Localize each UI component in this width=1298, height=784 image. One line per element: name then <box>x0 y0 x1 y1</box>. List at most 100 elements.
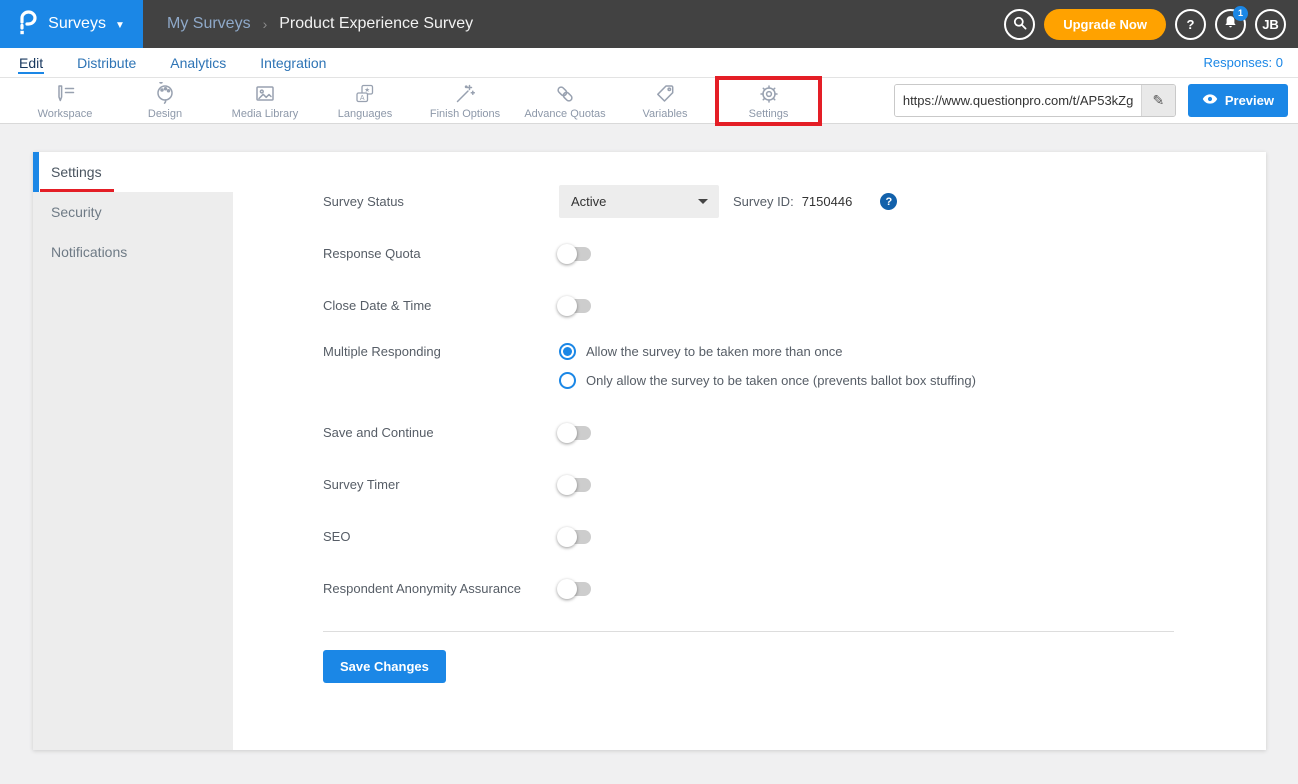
radio-option-once-only[interactable]: Only allow the survey to be taken once (… <box>559 372 976 389</box>
toolbar-item-label: Variables <box>642 108 687 120</box>
edit-url-button[interactable]: ✎ <box>1141 85 1175 116</box>
survey-status-select[interactable]: Active <box>559 185 719 218</box>
settings-sidebar: Settings Security Notifications <box>33 152 233 750</box>
search-button[interactable] <box>1004 9 1035 40</box>
avatar[interactable]: JB <box>1255 9 1286 40</box>
form-divider <box>323 631 1174 632</box>
respondent-anonymity-toggle[interactable] <box>559 582 591 596</box>
survey-id-value: 7150446 <box>802 194 853 209</box>
sidebar-item-settings[interactable]: Settings <box>33 152 233 192</box>
respondent-anonymity-row: Respondent Anonymity Assurance <box>323 572 1174 605</box>
edit-toolbar: Workspace Design Media Library ★ A Langu… <box>0 78 1298 124</box>
sidebar-item-label: Settings <box>51 164 102 180</box>
settings-form: Survey Status Active Survey ID: 7150446 … <box>233 152 1266 750</box>
notification-badge: 1 <box>1233 6 1248 21</box>
preview-button-label: Preview <box>1225 93 1274 108</box>
survey-status-value: Active <box>571 194 606 209</box>
toolbar-item-design[interactable]: Design <box>115 78 215 124</box>
tab-edit[interactable]: Edit <box>18 51 44 74</box>
breadcrumb-my-surveys[interactable]: My Surveys <box>167 15 251 33</box>
avatar-initials: JB <box>1262 17 1279 32</box>
toolbar-item-label: Media Library <box>232 108 299 120</box>
survey-timer-toggle[interactable] <box>559 478 591 492</box>
toolbar-item-label: Finish Options <box>430 108 500 120</box>
toggle-knob <box>557 423 577 443</box>
brand-menu-label: Surveys <box>48 15 106 33</box>
questionpro-logo-icon <box>18 9 39 40</box>
radio-option-label: Only allow the survey to be taken once (… <box>586 373 976 388</box>
responses-count: Responses: 0 <box>1204 55 1284 70</box>
toolbar-item-label: Advance Quotas <box>524 108 605 120</box>
search-icon <box>1012 15 1028 34</box>
toolbar-item-label: Settings <box>749 108 789 120</box>
toggle-knob <box>557 579 577 599</box>
survey-status-label: Survey Status <box>323 194 559 209</box>
advance-quotas-icon <box>552 82 578 106</box>
toolbar-item-finish-options[interactable]: Finish Options <box>415 78 515 124</box>
settings-gear-icon <box>756 82 782 106</box>
sidebar-item-notifications[interactable]: Notifications <box>33 232 233 272</box>
sidebar-item-label: Security <box>51 204 102 220</box>
multiple-responding-options: Allow the survey to be taken more than o… <box>559 341 976 389</box>
tab-integration[interactable]: Integration <box>259 51 327 74</box>
seo-toggle[interactable] <box>559 530 591 544</box>
survey-id-help-icon[interactable]: ? <box>880 193 897 210</box>
eye-icon <box>1202 93 1218 108</box>
notifications-button[interactable]: 1 <box>1215 9 1246 40</box>
chevron-down-icon: ▼ <box>115 20 125 31</box>
product-switcher[interactable]: Surveys ▼ <box>0 0 143 48</box>
survey-timer-row: Survey Timer <box>323 468 1174 501</box>
toolbar-right: ✎ Preview <box>894 84 1288 117</box>
finish-options-icon <box>452 82 478 106</box>
preview-button[interactable]: Preview <box>1188 84 1288 117</box>
breadcrumb-separator: › <box>263 16 268 32</box>
page-title: Product Experience Survey <box>279 15 473 33</box>
tab-distribute[interactable]: Distribute <box>76 51 137 74</box>
toggle-knob <box>557 244 577 264</box>
section-nav: Edit Distribute Analytics Integration Re… <box>0 48 1298 78</box>
survey-url-input[interactable] <box>895 85 1141 116</box>
save-and-continue-row: Save and Continue <box>323 416 1174 449</box>
upgrade-now-button[interactable]: Upgrade Now <box>1044 9 1166 40</box>
response-quota-row: Response Quota <box>323 237 1174 270</box>
radio-unselected-icon <box>559 372 576 389</box>
toolbar-item-label: Design <box>148 108 182 120</box>
design-icon <box>152 82 178 106</box>
seo-label: SEO <box>323 529 559 544</box>
chevron-down-icon <box>698 199 708 204</box>
respondent-anonymity-label: Respondent Anonymity Assurance <box>323 581 559 596</box>
save-changes-button[interactable]: Save Changes <box>323 650 446 683</box>
sidebar-item-security[interactable]: Security <box>33 192 233 232</box>
help-button[interactable]: ? <box>1175 9 1206 40</box>
close-date-time-row: Close Date & Time <box>323 289 1174 322</box>
survey-id-label: Survey ID: <box>733 194 794 209</box>
svg-text:A: A <box>360 94 365 101</box>
toolbar-item-advance-quotas[interactable]: Advance Quotas <box>515 78 615 124</box>
toolbar-item-variables[interactable]: Variables <box>615 78 715 124</box>
multiple-responding-row: Multiple Responding Allow the survey to … <box>323 341 1174 389</box>
radio-option-multiple-allowed[interactable]: Allow the survey to be taken more than o… <box>559 343 976 360</box>
toolbar-item-label: Languages <box>338 108 392 120</box>
toolbar-item-languages[interactable]: ★ A Languages <box>315 78 415 124</box>
toggle-knob <box>557 296 577 316</box>
tab-analytics[interactable]: Analytics <box>169 51 227 74</box>
media-library-icon <box>252 82 278 106</box>
pencil-icon: ✎ <box>1152 92 1164 109</box>
sidebar-item-label: Notifications <box>51 244 127 260</box>
radio-option-label: Allow the survey to be taken more than o… <box>586 344 843 359</box>
response-quota-toggle[interactable] <box>559 247 591 261</box>
toolbar-item-media-library[interactable]: Media Library <box>215 78 315 124</box>
radio-selected-icon <box>559 343 576 360</box>
close-date-time-toggle[interactable] <box>559 299 591 313</box>
settings-panel: Settings Security Notifications Survey S… <box>33 152 1266 750</box>
toolbar-item-settings[interactable]: Settings <box>715 76 822 126</box>
survey-status-row: Survey Status Active Survey ID: 7150446 … <box>323 185 1174 218</box>
variables-icon <box>652 82 678 106</box>
save-and-continue-toggle[interactable] <box>559 426 591 440</box>
question-mark-icon: ? <box>1187 17 1195 32</box>
languages-icon: ★ A <box>352 82 378 106</box>
survey-url-group: ✎ <box>894 84 1176 117</box>
toolbar-item-label: Workspace <box>38 108 93 120</box>
toggle-knob <box>557 475 577 495</box>
toolbar-item-workspace[interactable]: Workspace <box>15 78 115 124</box>
